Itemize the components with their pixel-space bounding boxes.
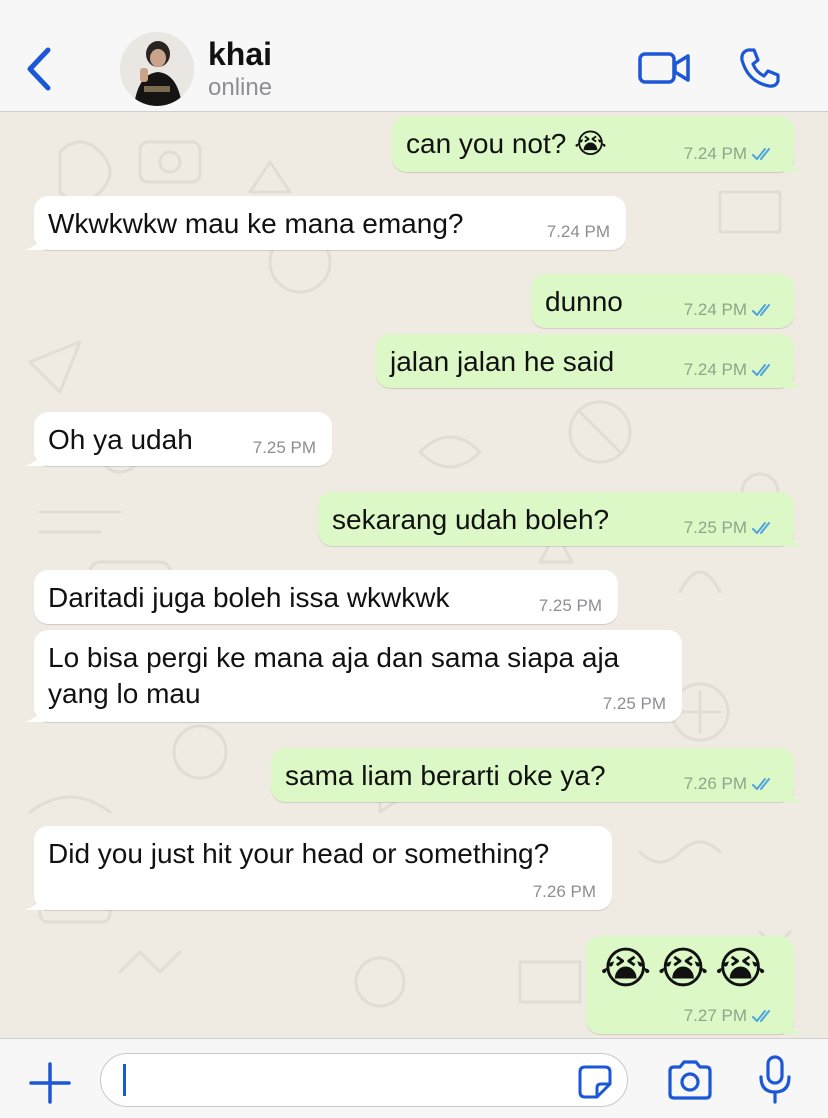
outgoing-message[interactable]: 😭😭😭 7.27 PM	[586, 936, 804, 1034]
bubble-tail	[24, 892, 44, 910]
message-time: 7.25 PM	[252, 438, 316, 457]
incoming-message[interactable]: Daritadi juga boleh issa wkwkwk 7.25 PM	[34, 570, 618, 624]
avatar[interactable]	[120, 32, 194, 106]
phone-icon[interactable]	[738, 46, 782, 90]
outgoing-message[interactable]: can you not? 😭 7.24 PM	[392, 116, 804, 172]
message-list: can you not? 😭 7.24 PM Wkwkwkw mau ke ma…	[0, 112, 828, 1038]
incoming-message[interactable]: Wkwkwkw mau ke mana emang? 7.24 PM	[24, 196, 626, 250]
message-text: dunno	[545, 286, 623, 317]
message-text: Daritadi juga boleh issa wkwkwk	[48, 582, 450, 613]
incoming-message[interactable]: Did you just hit your head or something?…	[24, 826, 612, 910]
double-check-icon	[752, 148, 770, 160]
double-check-icon	[752, 522, 770, 534]
outgoing-message[interactable]: dunno 7.24 PM	[531, 274, 794, 328]
video-camera-icon[interactable]	[638, 50, 690, 86]
message-text-line-2: yang lo mau	[48, 678, 201, 709]
message-text: 😭😭😭	[600, 944, 773, 993]
message-time: 7.24 PM	[546, 222, 610, 241]
message-text: sekarang udah boleh?	[332, 504, 610, 535]
message-text: Did you just hit your head or something?	[48, 838, 550, 869]
double-check-icon	[752, 364, 770, 376]
incoming-message[interactable]: Oh ya udah 7.25 PM	[24, 412, 332, 466]
bubble-tail	[24, 704, 44, 722]
chevron-left-icon[interactable]	[22, 44, 56, 94]
message-time: 7.24 PM	[683, 300, 747, 319]
message-time: 7.24 PM	[683, 144, 747, 163]
double-check-icon	[752, 778, 770, 790]
bubble-tail	[784, 1016, 804, 1034]
sticker-icon[interactable]	[577, 1064, 613, 1100]
contact-photo	[120, 32, 194, 106]
bubble-tail	[784, 784, 804, 802]
message-text-line-1: Lo bisa pergi ke mana aja dan sama siapa…	[48, 642, 620, 673]
text-caret	[123, 1064, 126, 1096]
bubble-tail	[784, 528, 804, 546]
bubble-tail	[24, 448, 44, 466]
camera-icon[interactable]	[666, 1059, 714, 1101]
message-input[interactable]	[100, 1053, 628, 1107]
outgoing-message[interactable]: sekarang udah boleh? 7.25 PM	[318, 492, 804, 546]
message-time: 7.26 PM	[683, 774, 747, 793]
outgoing-message[interactable]: jalan jalan he said 7.24 PM	[376, 334, 804, 388]
message-time: 7.25 PM	[602, 694, 666, 713]
plus-icon[interactable]	[28, 1061, 72, 1105]
double-check-icon	[752, 304, 770, 316]
message-text: can you not? 😭	[406, 128, 607, 159]
contact-status: online	[208, 74, 273, 101]
message-time: 7.27 PM	[683, 1006, 747, 1025]
outgoing-message[interactable]: sama liam berarti oke ya? 7.26 PM	[271, 748, 804, 802]
chat-header: khai online	[0, 0, 828, 112]
bubble-tail	[784, 370, 804, 388]
message-time: 7.26 PM	[532, 882, 596, 901]
composer-bar	[0, 1038, 828, 1118]
double-check-icon	[752, 1010, 770, 1022]
microphone-icon[interactable]	[758, 1055, 792, 1105]
bubble-tail	[784, 154, 804, 172]
message-text: sama liam berarti oke ya?	[285, 760, 606, 791]
message-time: 7.25 PM	[538, 596, 602, 615]
bubble-tail	[24, 232, 44, 250]
contact-name[interactable]: khai	[208, 36, 272, 73]
incoming-message[interactable]: Lo bisa pergi ke mana aja dan sama siapa…	[24, 630, 682, 722]
message-text: jalan jalan he said	[390, 346, 615, 377]
message-text: Wkwkwkw mau ke mana emang?	[48, 208, 464, 239]
message-time: 7.24 PM	[683, 360, 747, 379]
message-text: Oh ya udah	[48, 424, 193, 455]
message-time: 7.25 PM	[683, 518, 747, 537]
